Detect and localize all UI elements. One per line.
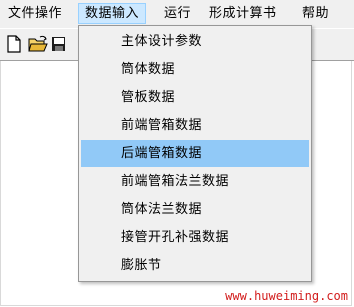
dropdown-item-shell-data[interactable]: 筒体数据	[81, 56, 309, 83]
menu-file-operations[interactable]: 文件操作	[2, 3, 68, 24]
dropdown-item-expansion-joint[interactable]: 膨胀节	[81, 252, 309, 279]
new-file-icon	[6, 35, 22, 53]
menu-help[interactable]: 帮助	[296, 3, 335, 24]
menu-bar: 文件操作 数据输入 运行 形成计算书 帮助	[0, 0, 354, 27]
dropdown-item-front-channel-data[interactable]: 前端管箱数据	[81, 112, 309, 139]
dropdown-item-tubesheet-data[interactable]: 管板数据	[81, 84, 309, 111]
dropdown-item-nozzle-reinforcement-data[interactable]: 接管开孔补强数据	[81, 224, 309, 251]
dropdown-item-main-design-params[interactable]: 主体设计参数	[81, 28, 309, 55]
open-folder-icon	[28, 35, 48, 53]
menu-generate-report[interactable]: 形成计算书	[203, 3, 283, 24]
data-input-dropdown: 主体设计参数 筒体数据 管板数据 前端管箱数据 后端管箱数据 前端管箱法兰数据 …	[78, 25, 312, 282]
menu-run[interactable]: 运行	[158, 3, 197, 24]
menu-data-input[interactable]: 数据输入	[78, 3, 147, 24]
dropdown-item-rear-channel-data[interactable]: 后端管箱数据	[81, 140, 309, 167]
new-file-button[interactable]	[3, 33, 25, 55]
open-button[interactable]	[27, 33, 49, 55]
save-button[interactable]	[51, 33, 65, 55]
save-icon	[51, 36, 65, 52]
dropdown-item-shell-flange-data[interactable]: 筒体法兰数据	[81, 196, 309, 223]
watermark: www.huweiming.com	[225, 289, 348, 303]
dropdown-item-front-channel-flange-data[interactable]: 前端管箱法兰数据	[81, 168, 309, 195]
